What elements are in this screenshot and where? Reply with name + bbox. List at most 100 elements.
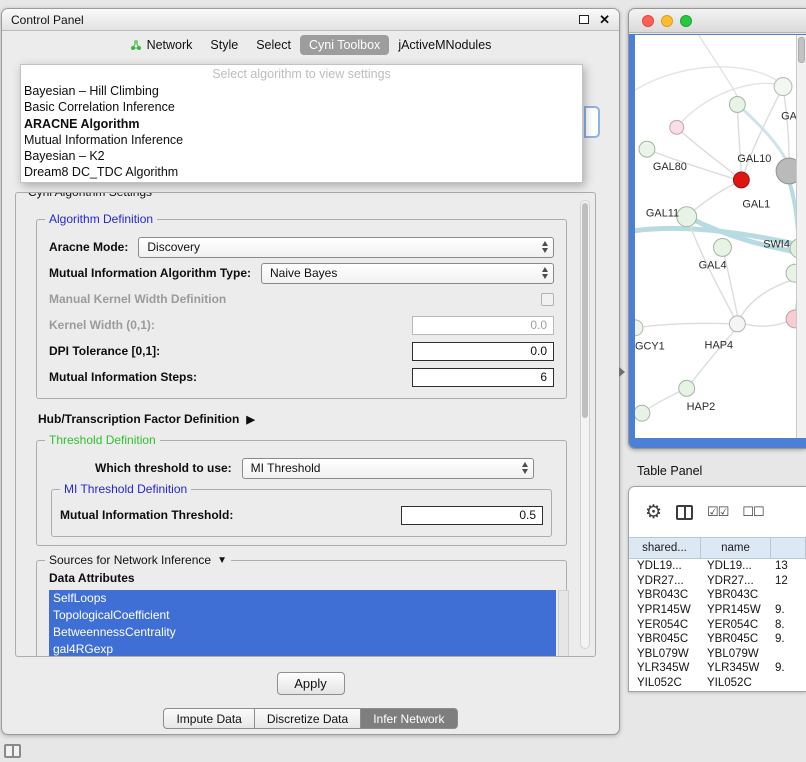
column-header-shared-name[interactable]: shared... [629, 538, 701, 558]
column-header-partial[interactable] [771, 538, 806, 558]
list-item[interactable]: BetweennessCentrality [49, 624, 556, 641]
network-node[interactable] [677, 207, 697, 227]
tab-network[interactable]: Network [121, 35, 202, 55]
sources-group: Sources for Network Inference ▼ Data Att… [36, 560, 567, 657]
float-window-icon[interactable] [579, 15, 589, 24]
table-cell: YPR145W [701, 604, 771, 616]
table-panel-title: Table Panel [637, 464, 702, 478]
table-cell: YPR145W [629, 604, 701, 616]
network-edge[interactable] [722, 247, 737, 315]
columns-icon[interactable] [676, 505, 693, 520]
network-node[interactable] [714, 238, 732, 256]
tab-discretize-data[interactable]: Discretize Data [255, 708, 361, 729]
sources-group-title[interactable]: Sources for Network Inference ▼ [45, 553, 231, 567]
network-canvas[interactable]: GAL80GAL10GAL11GAL1SWI4GAL4GCY1HAP4HAP2G… [635, 35, 796, 438]
table-row[interactable]: YLR345WYLR345W9. [629, 661, 806, 676]
table-row[interactable]: YDR27...YDR27...12 [629, 574, 806, 589]
expand-arrow-icon: ▶ [246, 413, 254, 426]
close-icon[interactable]: ✕ [599, 13, 610, 26]
table-row[interactable]: YPR145WYPR145W9. [629, 603, 806, 618]
threshold-definition-title: Threshold Definition [45, 433, 160, 447]
dropdown-option[interactable]: Mutual Information Inference [21, 132, 582, 148]
column-header-name[interactable]: name [701, 538, 771, 558]
network-scrollbar[interactable] [796, 35, 806, 438]
apply-button[interactable]: Apply [277, 672, 345, 695]
mi-type-select[interactable]: Naive Bayes [261, 263, 554, 284]
table-row[interactable]: YBR045CYBR045C9. [629, 632, 806, 647]
table-row[interactable]: YBL079WYBL079W [629, 647, 806, 662]
kernel-width-field[interactable]: 0.0 [412, 316, 554, 335]
table-row[interactable]: YER054CYER054C8. [629, 617, 806, 632]
hub-definition-label: Hub/Transcription Factor Definition [38, 412, 239, 426]
algorithm-definition-title: Algorithm Definition [45, 212, 157, 226]
mi-steps-field[interactable]: 6 [412, 368, 554, 387]
tab-impute-data[interactable]: Impute Data [163, 708, 254, 729]
tab-style[interactable]: Style [201, 35, 247, 55]
settings-scrollbar[interactable] [580, 200, 590, 649]
settings-scrollbar-thumb[interactable] [582, 203, 588, 418]
panel-splitter-handle-icon[interactable] [619, 367, 625, 377]
which-threshold-select[interactable]: MI Threshold [242, 458, 534, 479]
manual-kernel-checkbox[interactable] [541, 293, 554, 306]
network-edge[interactable] [635, 67, 777, 93]
network-focus-frame: GAL80GAL10GAL11GAL1SWI4GAL4GCY1HAP4HAP2G… [629, 34, 806, 448]
network-edge[interactable] [677, 83, 780, 127]
network-edge[interactable] [744, 321, 789, 326]
list-item[interactable]: SelfLoops [49, 590, 556, 607]
algorithm-definition-group: Algorithm Definition Aracne Mode: Discov… [36, 219, 567, 399]
network-edge[interactable] [699, 35, 738, 97]
table-row[interactable]: YIL052CYIL052C [629, 676, 806, 691]
network-edge[interactable] [635, 323, 730, 327]
table-cell: YIL052C [701, 677, 771, 689]
tab-jactivemnodules[interactable]: jActiveMNodules [389, 35, 500, 55]
network-scrollbar-thumb[interactable] [798, 37, 805, 63]
network-node[interactable] [776, 158, 796, 184]
node-label: HAP2 [687, 401, 716, 413]
network-node[interactable] [774, 78, 792, 96]
list-item[interactable]: TopologicalCoefficient [49, 607, 556, 624]
collapse-arrow-icon: ▼ [217, 555, 227, 566]
network-node[interactable] [729, 97, 745, 113]
gear-icon[interactable]: ⚙ [645, 503, 662, 522]
network-node[interactable] [679, 380, 695, 396]
table-row[interactable]: YBR043CYBR043C [629, 588, 806, 603]
network-node[interactable] [670, 120, 684, 134]
dropdown-option[interactable]: Bayesian – K2 [21, 148, 582, 164]
network-node[interactable] [733, 172, 749, 188]
hub-definition-toggle[interactable]: Hub/Transcription Factor Definition ▶ [38, 410, 569, 428]
network-node[interactable] [786, 264, 796, 282]
network-node[interactable] [786, 310, 796, 328]
network-node[interactable] [729, 316, 745, 332]
list-scrollbar[interactable] [558, 590, 569, 657]
network-node[interactable] [639, 141, 655, 157]
algorithm-select-edge[interactable] [584, 106, 600, 138]
tab-infer-network[interactable]: Infer Network [361, 708, 457, 729]
deselect-all-checks-icon[interactable]: ☐☐ [742, 504, 763, 520]
aracne-mode-select[interactable]: Discovery [138, 237, 554, 258]
list-item[interactable]: gal4RGexp [49, 641, 556, 657]
tab-cyni-toolbox[interactable]: Cyni Toolbox [300, 35, 389, 55]
table-row[interactable]: YDL19...YDL19...13 [629, 559, 806, 574]
network-node[interactable] [635, 405, 650, 421]
network-edge[interactable] [737, 279, 794, 324]
which-threshold-value: MI Threshold [251, 461, 321, 475]
collapsed-panel-icon[interactable] [4, 744, 21, 758]
network-node[interactable] [635, 320, 643, 336]
dropdown-option[interactable]: Dream8 DC_TDC Algorithm [21, 164, 582, 180]
select-all-checks-icon[interactable]: ☑☑ [707, 504, 728, 520]
network-window-titlebar[interactable] [629, 9, 806, 33]
mi-threshold-field[interactable]: 0.5 [401, 506, 543, 525]
network-view-window: GAL80GAL10GAL11GAL1SWI4GAL4GCY1HAP4HAP2G… [628, 8, 806, 449]
minimize-traffic-light-icon[interactable] [661, 15, 673, 27]
close-traffic-light-icon[interactable] [642, 15, 654, 27]
dropdown-option-selected[interactable]: ARACNE Algorithm [21, 116, 582, 132]
dropdown-option[interactable]: Basic Correlation Inference [21, 99, 582, 115]
zoom-traffic-light-icon[interactable] [680, 15, 692, 27]
control-panel-titlebar[interactable]: Control Panel ✕ [2, 9, 619, 31]
tab-label: Network [147, 38, 193, 52]
dpi-tolerance-field[interactable]: 0.0 [412, 342, 554, 361]
tab-select[interactable]: Select [247, 35, 300, 55]
dropdown-option[interactable]: Bayesian – Hill Climbing [21, 83, 582, 99]
table-panel-window: ⚙ ☑☑ ☐☐ shared... name YDL19...YDL19...1… [628, 486, 806, 692]
table-cell: 9. [771, 633, 806, 645]
